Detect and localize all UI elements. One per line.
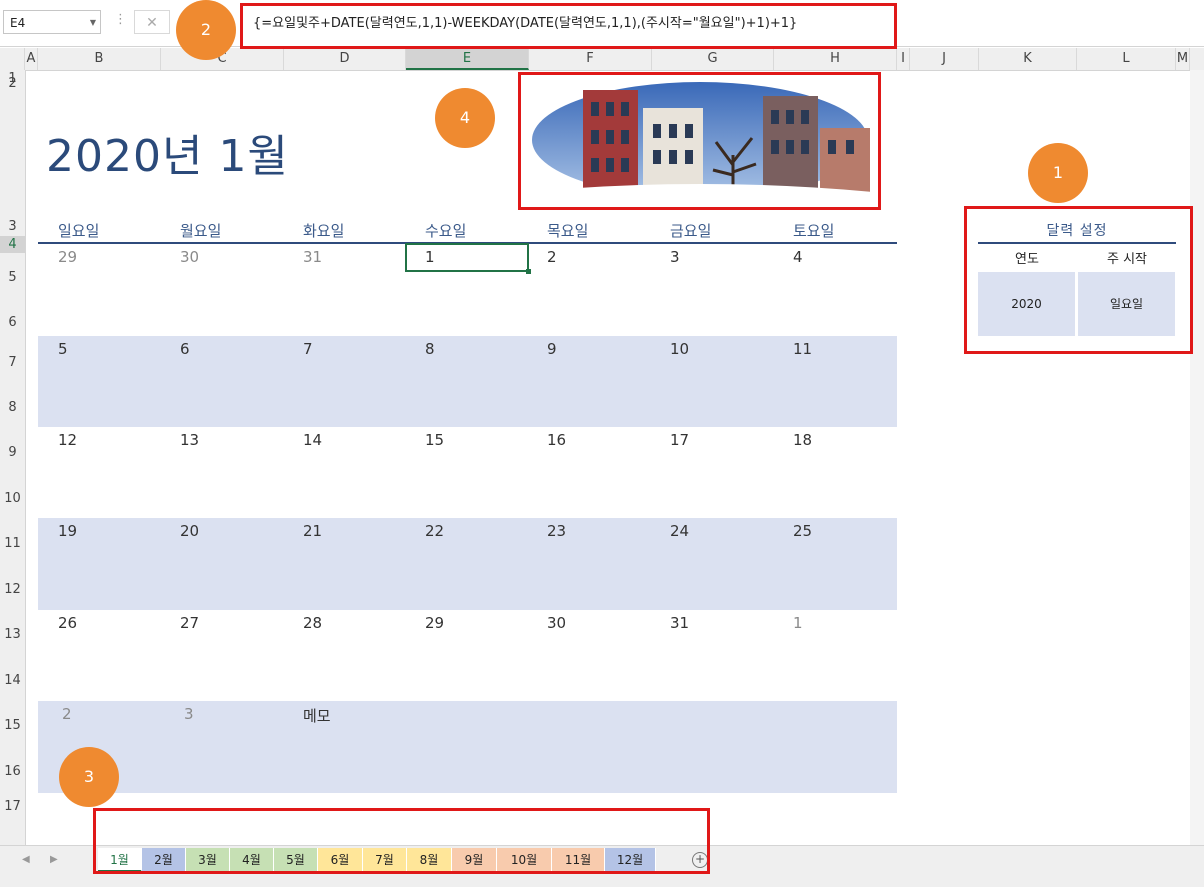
- row-header[interactable]: 15: [0, 717, 25, 734]
- day-cell[interactable]: 30: [180, 248, 199, 266]
- weekday-header: 목요일: [547, 222, 589, 240]
- row-header[interactable]: 13: [0, 626, 25, 643]
- row-header[interactable]: 16: [0, 763, 25, 780]
- row-header[interactable]: 4: [0, 236, 25, 253]
- day-cell[interactable]: 24: [670, 522, 689, 540]
- day-cell[interactable]: 3: [184, 705, 194, 723]
- column-headers: ABCDEFGHIJKLM: [0, 48, 1204, 71]
- row-header[interactable]: 14: [0, 672, 25, 689]
- scroll-left-icon[interactable]: ◀: [22, 854, 30, 865]
- row-header[interactable]: 2: [0, 75, 25, 92]
- day-cell[interactable]: 18: [793, 431, 812, 449]
- row-header[interactable]: 12: [0, 581, 25, 598]
- day-cell[interactable]: 27: [180, 614, 199, 632]
- column-header[interactable]: A: [25, 48, 38, 70]
- day-cell[interactable]: 29: [58, 248, 77, 266]
- column-header[interactable]: G: [652, 48, 774, 70]
- calendar-title: 2020년 1월: [46, 131, 289, 182]
- highlight-settings: [964, 206, 1193, 354]
- weekday-header: 금요일: [670, 222, 712, 240]
- selected-cell[interactable]: [405, 243, 531, 274]
- day-cell[interactable]: 3: [670, 248, 680, 266]
- day-cell[interactable]: 23: [547, 522, 566, 540]
- column-header[interactable]: M: [1176, 48, 1190, 70]
- annotation-badge: 3: [59, 747, 119, 807]
- column-header[interactable]: L: [1077, 48, 1176, 70]
- row-headers: 1 2 3 4 5 6 7 8 9 10 11 12 13 14 15 16 17: [0, 70, 26, 845]
- day-cell[interactable]: 21: [303, 522, 322, 540]
- day-cell[interactable]: 8: [425, 340, 435, 358]
- column-header[interactable]: B: [38, 48, 161, 70]
- row-header[interactable]: 5: [0, 269, 25, 286]
- row-header[interactable]: 11: [0, 535, 25, 552]
- week-band: [38, 518, 897, 610]
- day-cell[interactable]: 25: [793, 522, 812, 540]
- weekday-header: 월요일: [180, 222, 222, 240]
- weekday-header: 일요일: [58, 222, 100, 240]
- day-cell[interactable]: 30: [547, 614, 566, 632]
- chevron-down-icon[interactable]: ▼: [90, 11, 96, 35]
- name-box[interactable]: E4 ▼: [3, 10, 101, 34]
- weekday-header: 수요일: [425, 222, 467, 240]
- name-box-value: E4: [10, 16, 26, 30]
- column-header[interactable]: J: [910, 48, 979, 70]
- day-cell[interactable]: 14: [303, 431, 322, 449]
- day-cell[interactable]: 6: [180, 340, 190, 358]
- column-header[interactable]: I: [897, 48, 910, 70]
- row-header[interactable]: 17: [0, 798, 25, 815]
- day-cell[interactable]: 15: [425, 431, 444, 449]
- day-cell[interactable]: 13: [180, 431, 199, 449]
- select-all-corner[interactable]: [0, 48, 25, 70]
- memo-label[interactable]: 메모: [303, 705, 331, 726]
- highlight-tabs: [93, 808, 710, 874]
- annotation-badge: 4: [435, 88, 495, 148]
- column-header[interactable]: K: [979, 48, 1077, 70]
- day-cell[interactable]: 10: [670, 340, 689, 358]
- day-cell[interactable]: 28: [303, 614, 322, 632]
- weekday-header: 토요일: [793, 222, 835, 240]
- day-cell[interactable]: 20: [180, 522, 199, 540]
- day-cell[interactable]: 5: [58, 340, 68, 358]
- row-header[interactable]: 9: [0, 444, 25, 461]
- highlight-image: [518, 72, 881, 210]
- row-header[interactable]: 7: [0, 354, 25, 371]
- day-cell[interactable]: 4: [793, 248, 803, 266]
- day-cell[interactable]: 16: [547, 431, 566, 449]
- annotation-badge: 2: [176, 0, 236, 60]
- day-cell[interactable]: 31: [303, 248, 322, 266]
- column-header[interactable]: E: [406, 48, 529, 70]
- weekday-header: 화요일: [303, 222, 345, 240]
- column-header[interactable]: H: [774, 48, 897, 70]
- day-cell[interactable]: 1: [793, 614, 803, 632]
- column-header[interactable]: D: [284, 48, 406, 70]
- day-cell[interactable]: 9: [547, 340, 557, 358]
- day-cell[interactable]: 2: [62, 705, 72, 723]
- week-band: [38, 336, 897, 427]
- scroll-right-icon[interactable]: ▶: [50, 854, 58, 865]
- fill-handle[interactable]: [526, 269, 531, 274]
- day-cell[interactable]: 26: [58, 614, 77, 632]
- column-header[interactable]: F: [529, 48, 652, 70]
- day-cell[interactable]: 11: [793, 340, 812, 358]
- day-cell[interactable]: 17: [670, 431, 689, 449]
- highlight-formula: [240, 3, 897, 49]
- vertical-scrollbar[interactable]: [1190, 70, 1204, 845]
- day-cell[interactable]: 31: [670, 614, 689, 632]
- annotation-badge: 1: [1028, 143, 1088, 203]
- day-cell[interactable]: 2: [547, 248, 557, 266]
- row-header[interactable]: 8: [0, 399, 25, 416]
- day-cell[interactable]: 19: [58, 522, 77, 540]
- week-band: [38, 701, 897, 793]
- row-header[interactable]: 3: [0, 218, 25, 235]
- day-cell[interactable]: 12: [58, 431, 77, 449]
- day-cell[interactable]: 22: [425, 522, 444, 540]
- row-header[interactable]: 10: [0, 490, 25, 507]
- day-cell[interactable]: 7: [303, 340, 313, 358]
- more-options-icon: ⋮: [114, 12, 127, 27]
- row-header[interactable]: 6: [0, 314, 25, 331]
- day-cell[interactable]: 29: [425, 614, 444, 632]
- cancel-icon[interactable]: ✕: [134, 10, 170, 34]
